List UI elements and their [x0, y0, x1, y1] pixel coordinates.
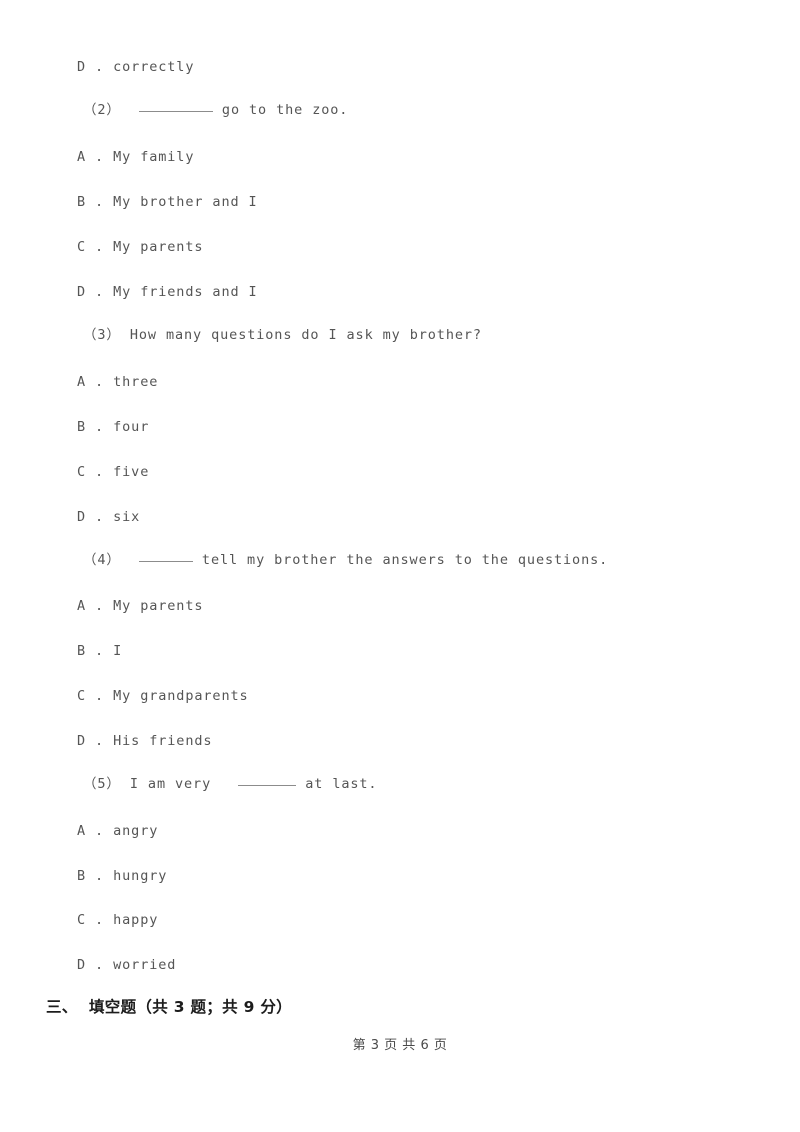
answer-option: A . three — [77, 373, 158, 391]
question-stem: （3） How many questions do I ask my broth… — [83, 326, 482, 344]
answer-option-text: B . I — [77, 643, 123, 659]
answer-option-text: D . six — [77, 509, 141, 525]
answer-option-text: D . correctly — [77, 59, 195, 75]
answer-blank-line — [238, 776, 297, 786]
answer-option: D . six — [77, 508, 140, 526]
answer-option-text: B . four — [77, 419, 150, 435]
question-text-before-blank: How many questions do I ask my brother? — [120, 327, 482, 343]
answer-option-text: C . happy — [77, 912, 159, 928]
answer-option: C . My parents — [77, 238, 203, 256]
answer-option: A . My family — [77, 148, 194, 166]
answer-option-text: A . My family — [77, 149, 195, 165]
question-stem: （4） tell my brother the answers to the q… — [83, 551, 608, 569]
answer-option-text: C . My grandparents — [77, 688, 249, 704]
question-number: （3） — [83, 327, 121, 343]
question-stem: （2） go to the zoo. — [83, 101, 348, 119]
answer-option: A . My parents — [77, 597, 203, 615]
answer-option: A . angry — [77, 822, 158, 840]
answer-blank-line — [138, 552, 193, 562]
question-number: （5） — [83, 776, 121, 792]
answer-option: C . happy — [77, 911, 158, 929]
answer-option-text: B . My brother and I — [77, 194, 258, 210]
answer-option-text: D . His friends — [77, 733, 213, 749]
answer-option-text: D . worried — [77, 957, 177, 973]
question-number: （2） — [83, 102, 121, 118]
answer-option-text: B . hungry — [77, 868, 168, 884]
question-text-after-blank: tell my brother the answers to the quest… — [192, 552, 609, 568]
answer-option: B . I — [77, 642, 122, 660]
question-text-before-blank: I am very — [120, 776, 221, 792]
answer-option: B . hungry — [77, 867, 167, 885]
answer-option: D . correctly — [77, 58, 194, 76]
answer-option-text: C . five — [77, 464, 150, 480]
question-stem: （5） I am very at last. — [83, 775, 377, 793]
question-number: （4） — [83, 552, 121, 568]
answer-option-text: A . angry — [77, 823, 159, 839]
answer-option: D . My friends and I — [77, 283, 258, 301]
answer-option: D . His friends — [77, 732, 212, 750]
question-text-after-blank: go to the zoo. — [212, 102, 349, 118]
answer-option-text: A . three — [77, 374, 159, 390]
answer-option: B . four — [77, 418, 149, 436]
answer-blank-line — [138, 102, 213, 112]
answer-option-text: A . My parents — [77, 598, 204, 614]
section-heading-fill-in-blanks: 三、 填空题（共 3 题；共 9 分） — [46, 998, 292, 1016]
answer-option-text: C . My parents — [77, 239, 204, 255]
answer-option: B . My brother and I — [77, 193, 258, 211]
answer-option: D . worried — [77, 956, 176, 974]
page-footer-indicator: 第 3 页 共 6 页 — [352, 1038, 448, 1053]
question-text-after-blank: at last. — [296, 776, 378, 792]
answer-option: C . My grandparents — [77, 687, 249, 705]
answer-option-text: D . My friends and I — [77, 284, 258, 300]
document-page: D . correctly （2） go to the zoo. A . My fa… — [0, 0, 800, 1132]
answer-option: C . five — [77, 463, 149, 481]
